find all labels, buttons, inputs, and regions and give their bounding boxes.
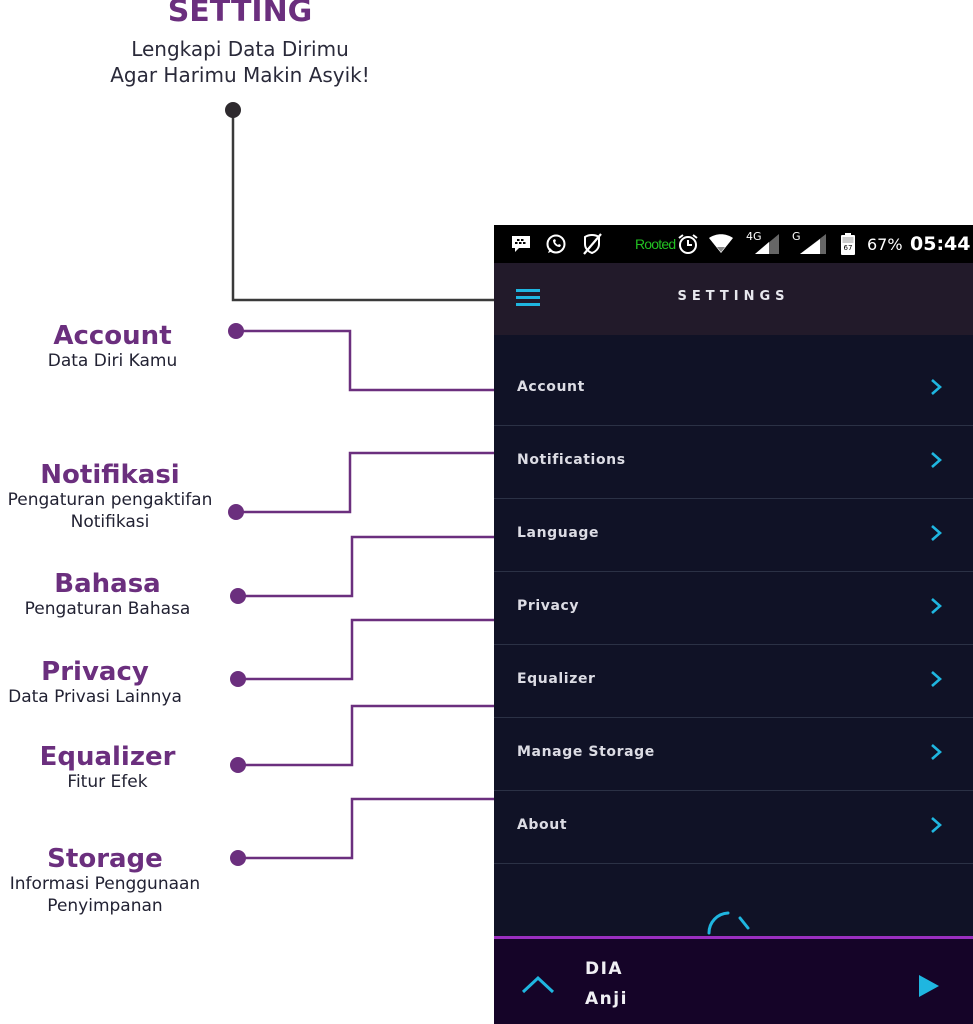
- notifikasi-connector: [236, 451, 494, 514]
- settings-item-language[interactable]: Language: [494, 499, 973, 572]
- callout-title: Bahasa: [54, 569, 161, 599]
- settings-item-label: About: [517, 817, 568, 833]
- phone-screen: Rooted 4G G 67 67% 05:44 SETTINGS Accoun…: [494, 225, 973, 1024]
- chevron-right-icon: [931, 598, 942, 614]
- settings-item-account[interactable]: Account: [494, 353, 973, 426]
- account-connector: [236, 329, 494, 392]
- settings-item-label: Language: [517, 525, 600, 541]
- settings-item-label: Equalizer: [517, 671, 596, 687]
- callout-title: Account: [53, 321, 172, 351]
- chevron-right-icon: [931, 452, 942, 468]
- signal-g-icon: [800, 225, 826, 263]
- bahasa-connector-dot: [230, 588, 246, 604]
- clock-time: 05:44: [910, 233, 971, 255]
- settings-item-manage-storage[interactable]: Manage Storage: [494, 718, 973, 791]
- settings-item-label: Account: [517, 379, 585, 395]
- callout-privacy: Privacy Data Privasi Lainnya: [0, 658, 190, 708]
- storage-connector-dot: [230, 850, 246, 866]
- callout-notifikasi: Notifikasi Pengaturan pengaktifan Notifi…: [0, 461, 230, 533]
- callout-title: Storage: [47, 844, 163, 874]
- settings-item-privacy[interactable]: Privacy: [494, 572, 973, 645]
- chevron-right-icon: [931, 817, 942, 833]
- status-bar: Rooted 4G G 67 67% 05:44: [494, 225, 973, 263]
- rooted-label: Rooted: [635, 236, 676, 252]
- callout-desc: Data Diri Kamu: [47, 351, 178, 371]
- annotation-subtitle-line1: Lengkapi Data Dirimu: [131, 37, 349, 61]
- bahasa-connector: [238, 535, 494, 598]
- chevron-right-icon: [931, 744, 942, 760]
- callout-account: Account Data Diri Kamu: [20, 322, 205, 372]
- equalizer-connector-dot: [230, 757, 246, 773]
- blocked-icon: [580, 225, 604, 263]
- settings-item-notifications[interactable]: Notifications: [494, 426, 973, 499]
- annotation-subtitle: Lengkapi Data Dirimu Agar Harimu Makin A…: [0, 36, 480, 88]
- chevron-right-icon: [931, 525, 942, 541]
- track-title: DIA: [585, 959, 624, 979]
- header-connector-dot: [225, 102, 241, 118]
- callout-desc: Data Privasi Lainnya: [8, 687, 182, 707]
- page-title: SETTINGS: [677, 289, 790, 304]
- callout-title: Privacy: [41, 657, 149, 687]
- settings-item-equalizer[interactable]: Equalizer: [494, 645, 973, 718]
- callout-desc: Notifikasi: [70, 512, 150, 532]
- whatsapp-icon: [545, 225, 567, 263]
- battery-icon: 67: [841, 225, 855, 263]
- callout-bahasa: Bahasa Pengaturan Bahasa: [5, 570, 210, 620]
- notifikasi-connector-dot: [228, 504, 244, 520]
- settings-item-label: Privacy: [517, 598, 580, 614]
- chevron-right-icon: [931, 379, 942, 395]
- account-connector-dot: [228, 323, 244, 339]
- settings-item-label: Manage Storage: [517, 744, 655, 760]
- settings-list: Account Notifications Language Privacy E…: [494, 353, 973, 864]
- wifi-icon: [708, 225, 734, 263]
- signal-4g-icon: [755, 225, 779, 263]
- svg-text:67: 67: [844, 244, 853, 252]
- storage-connector: [238, 797, 494, 860]
- callout-desc: Penyimpanan: [47, 896, 163, 916]
- settings-item-about[interactable]: About: [494, 791, 973, 864]
- annotation-title: SETTING: [167, 0, 313, 29]
- callout-desc: Informasi Penggunaan: [9, 874, 201, 894]
- privacy-connector: [238, 618, 494, 681]
- chevron-right-icon: [931, 671, 942, 687]
- battery-percent: 67%: [867, 234, 903, 254]
- callout-title: Notifikasi: [40, 460, 180, 490]
- settings-item-label: Notifications: [517, 452, 626, 468]
- equalizer-connector: [238, 704, 494, 767]
- callout-desc: Pengaturan pengaktifan: [7, 490, 213, 510]
- callout-storage: Storage Informasi Penggunaan Penyimpanan: [0, 845, 215, 917]
- privacy-connector-dot: [230, 671, 246, 687]
- alarm-icon: [677, 225, 699, 263]
- track-artist: Anji: [585, 989, 628, 1009]
- header-connector: [231, 110, 494, 302]
- mini-player: DIA Anji: [494, 936, 973, 1024]
- callout-title: Equalizer: [39, 742, 176, 772]
- annotation-subtitle-line2: Agar Harimu Makin Asyik!: [110, 63, 370, 87]
- app-bar: SETTINGS: [494, 263, 973, 335]
- bbm-icon: [510, 225, 532, 263]
- play-icon[interactable]: [917, 973, 941, 999]
- callout-desc: Pengaturan Bahasa: [24, 599, 191, 619]
- callout-equalizer: Equalizer Fitur Efek: [15, 743, 200, 793]
- chevron-up-icon[interactable]: [520, 973, 556, 995]
- callout-desc: Fitur Efek: [67, 772, 148, 792]
